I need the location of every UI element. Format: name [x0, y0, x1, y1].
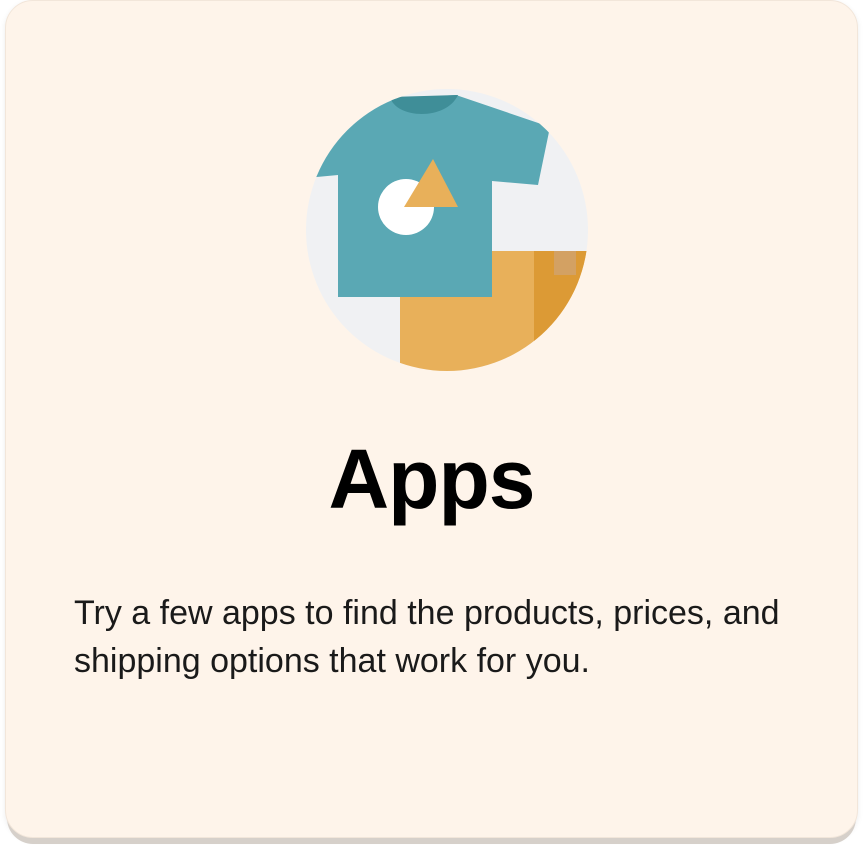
t-shirt-and-box-icon: [306, 89, 588, 371]
card-title: Apps: [328, 432, 536, 526]
apps-card[interactable]: Apps Try a few apps to find the products…: [5, 0, 858, 838]
card-description: Try a few apps to find the products, pri…: [74, 594, 780, 680]
